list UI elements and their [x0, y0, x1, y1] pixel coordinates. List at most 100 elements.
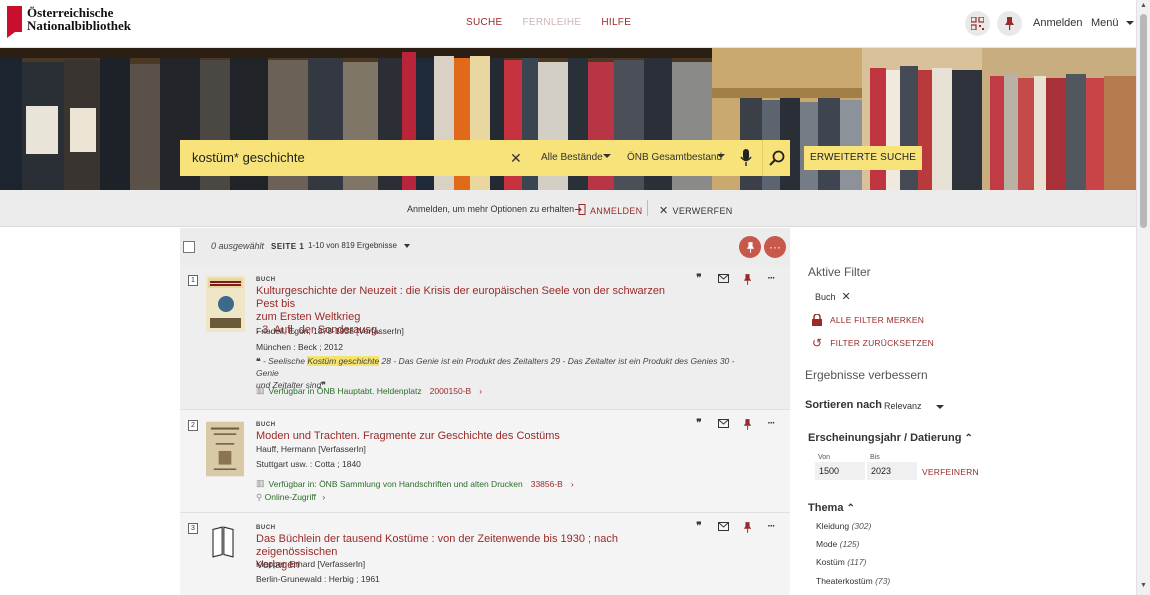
result-tools: ❞ ··· — [694, 419, 776, 430]
sign-in-icon — [575, 204, 586, 217]
results-range-label: 1-10 von 819 Ergebnisse — [308, 241, 397, 250]
login-notice-login-button[interactable]: ANMELDEN — [575, 204, 642, 217]
more-actions-button[interactable]: ··· — [764, 236, 786, 258]
result-item[interactable]: 3 BUCH Das Büchlein der tausend Kostüme … — [180, 514, 790, 595]
page-indicator: SEITE 1 — [271, 242, 305, 251]
result-item[interactable]: 1 BUCH Kulturgeschichte der Neuzeit : di… — [180, 266, 790, 410]
book-cover-image[interactable] — [206, 276, 245, 332]
cite-icon[interactable]: ❞ — [694, 522, 704, 532]
result-number[interactable]: 1 — [188, 275, 198, 286]
result-author: Friedell, Egon, 1878-1938 [VerfasserIn] — [256, 326, 404, 336]
nav-fernleihe[interactable]: FERNLEIHE — [523, 17, 582, 28]
result-author: Hauff, Hermann [VerfasserIn] — [256, 444, 366, 454]
result-number[interactable]: 3 — [188, 523, 198, 534]
reset-filters-button[interactable]: ↺ FILTER ZURÜCKSETZEN — [812, 336, 934, 350]
email-icon[interactable] — [718, 274, 729, 284]
email-icon[interactable] — [718, 522, 729, 532]
active-filter-chip: Buch ✕ — [815, 290, 851, 303]
onb-logo[interactable]: Österreichische Nationalbibliothek — [7, 6, 132, 38]
result-item[interactable]: 2 BUCH Moden und Trachten. Fragmente zur… — [180, 411, 790, 513]
result-type: BUCH — [256, 277, 276, 283]
availability-link[interactable]: ▥ Verfügbar in: ÖNB Sammlung von Handsch… — [256, 478, 574, 489]
collection-chevron-down-icon[interactable] — [717, 154, 725, 158]
chevron-down-icon — [936, 404, 945, 409]
pinned-items-button[interactable] — [997, 11, 1022, 36]
qr-code-icon — [971, 17, 984, 30]
search-input[interactable] — [192, 150, 492, 165]
pin-icon[interactable] — [742, 274, 752, 285]
email-icon[interactable] — [718, 419, 729, 429]
online-access-link[interactable]: ⚲ Online-Zugriff › — [256, 492, 325, 503]
dismiss-action-label: VERWERFEN — [672, 205, 733, 216]
chevron-right-icon: › — [322, 492, 326, 502]
result-publisher: Stuttgart usw. : Cotta ; 1840 — [256, 459, 361, 469]
year-facet-toggle[interactable]: Erscheinungsjahr / Datierung ⌃ — [808, 432, 973, 444]
chevron-up-icon: ⌃ — [846, 503, 855, 514]
result-type: BUCH — [256, 422, 276, 428]
more-icon[interactable]: ··· — [766, 419, 776, 429]
scrollbar-thumb[interactable] — [1140, 14, 1147, 228]
collection-select[interactable]: ÖNB Gesamtbestand — [627, 152, 722, 163]
header-login-link[interactable]: Anmelden — [1033, 17, 1083, 29]
result-tools: ❞ ··· — [694, 522, 776, 533]
topic-facet-item[interactable]: Theaterkostüm (73) — [816, 576, 890, 586]
pin-all-button[interactable] — [739, 236, 761, 258]
login-action-label: ANMELDEN — [590, 205, 643, 216]
page-scrollbar[interactable]: ▲ ▼ — [1136, 0, 1150, 595]
cite-icon[interactable]: ❞ — [694, 419, 704, 429]
scope-chevron-down-icon[interactable] — [603, 154, 611, 158]
year-from-input[interactable] — [815, 462, 865, 480]
year-to-input[interactable] — [867, 462, 917, 480]
topic-facet-heading: Thema — [808, 502, 844, 514]
scroll-up-icon[interactable]: ▲ — [1140, 2, 1147, 9]
login-notice-text: Anmelden, um mehr Optionen zu erhalten — [407, 204, 575, 214]
pin-icon — [746, 241, 754, 253]
filter-sidebar: Aktive Filter Buch ✕ ALLE FILTER MERKEN … — [790, 228, 1136, 595]
select-all-checkbox[interactable] — [183, 241, 195, 253]
results-range-dropdown[interactable]: 1-10 von 819 Ergebnisse — [308, 241, 411, 250]
year-to-label: Bis — [870, 454, 880, 461]
dismiss-button[interactable]: ✕ VERWERFEN — [659, 204, 733, 217]
header-menu-button[interactable]: Menü — [1091, 17, 1134, 29]
sort-select[interactable]: Relevanz — [884, 401, 945, 411]
online-access-label: Online-Zugriff — [264, 492, 316, 502]
search-bar: ✕ Alle Bestände ÖNB Gesamtbestand — [180, 140, 790, 176]
availability-link[interactable]: ▥ Verfügbar in ÖNB Hauptabt. Heldenplatz… — [256, 385, 482, 396]
search-button[interactable] — [762, 140, 790, 176]
nav-hilfe[interactable]: HILFE — [601, 17, 631, 28]
microphone-icon[interactable] — [740, 149, 752, 170]
pin-icon[interactable] — [742, 522, 752, 533]
result-title-link[interactable]: Moden und Trachten. Fragmente zur Geschi… — [256, 430, 686, 443]
year-facet-heading: Erscheinungsjahr / Datierung — [808, 432, 962, 444]
clear-search-icon[interactable]: ✕ — [510, 150, 522, 167]
more-icon: ··· — [769, 240, 781, 254]
call-number: 33856-B — [530, 478, 563, 489]
result-publisher: München : Beck ; 2012 — [256, 342, 343, 352]
refine-year-button[interactable]: VERFEINERN — [922, 467, 979, 477]
results-list: 1 BUCH Kulturgeschichte der Neuzeit : di… — [180, 266, 790, 595]
pin-icon[interactable] — [742, 419, 752, 430]
book-placeholder-icon[interactable] — [206, 526, 240, 558]
result-number[interactable]: 2 — [188, 420, 198, 431]
scroll-down-icon[interactable]: ▼ — [1140, 582, 1147, 589]
book-icon: ▥ — [256, 478, 265, 488]
topic-facet-toggle[interactable]: Thema ⌃ — [808, 502, 855, 514]
scope-select[interactable]: Alle Bestände — [541, 152, 603, 163]
more-icon[interactable]: ··· — [766, 274, 776, 284]
book-cover-image[interactable] — [206, 420, 244, 478]
qr-code-button[interactable] — [965, 11, 990, 36]
chevron-down-icon — [1125, 21, 1134, 26]
result-type: BUCH — [256, 525, 276, 531]
advanced-search-button[interactable]: ERWEITERTE SUCHE — [804, 146, 923, 170]
lock-icon — [812, 314, 822, 326]
topic-facet-item[interactable]: Kleidung (302) — [816, 521, 871, 531]
logo-line-2: Nationalbibliothek — [27, 18, 132, 33]
cite-icon[interactable]: ❞ — [694, 274, 704, 284]
topic-facet-item[interactable]: Mode (125) — [816, 539, 859, 549]
filter-chip-label: Buch — [815, 291, 836, 302]
save-filters-button[interactable]: ALLE FILTER MERKEN — [812, 314, 924, 326]
topic-facet-item[interactable]: Kostüm (117) — [816, 557, 866, 567]
remove-filter-icon[interactable]: ✕ — [842, 290, 851, 303]
nav-suche[interactable]: SUCHE — [466, 17, 503, 28]
more-icon[interactable]: ··· — [766, 522, 776, 532]
